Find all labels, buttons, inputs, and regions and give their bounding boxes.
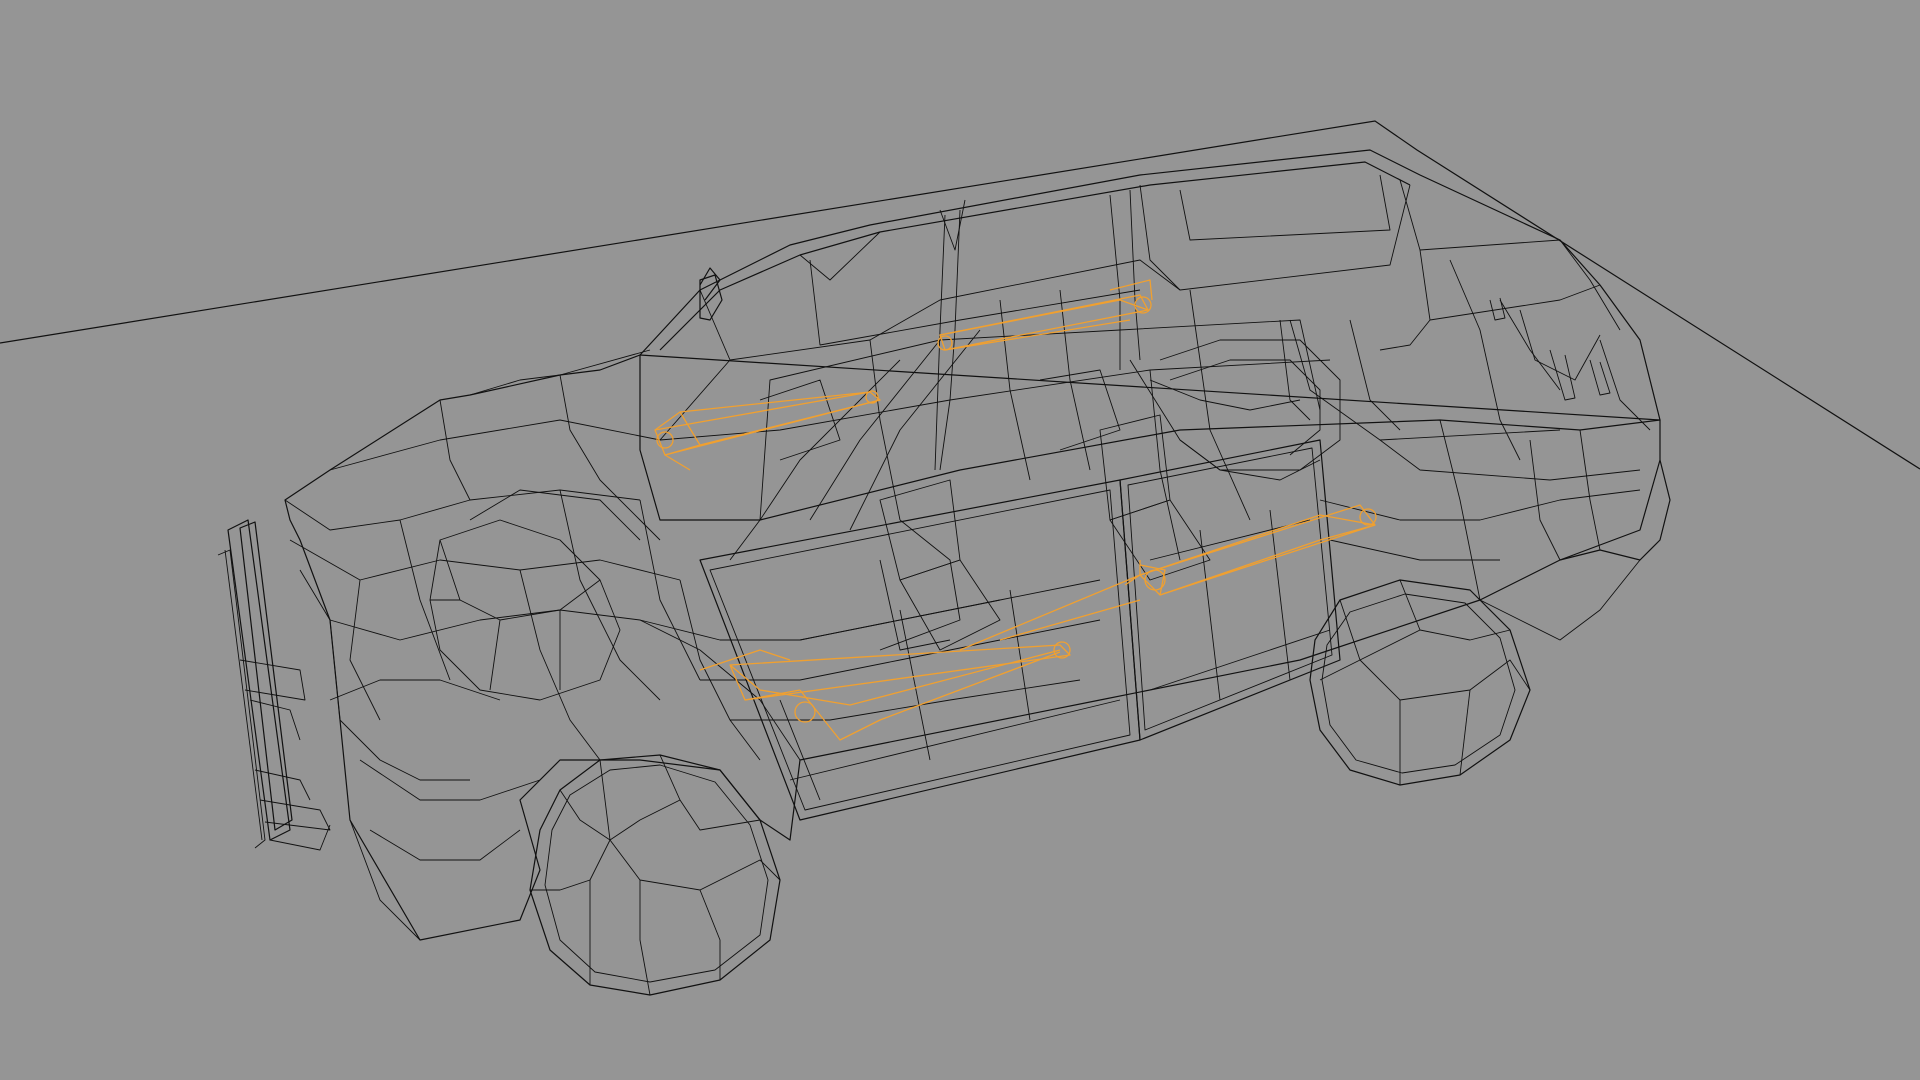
3d-viewport[interactable] (0, 0, 1920, 1080)
front-bumper-mesh (217, 519, 331, 851)
armature-bones[interactable] (654, 279, 1377, 741)
vehicle-wireframe[interactable] (217, 149, 1671, 996)
door-panels (699, 359, 1341, 821)
viewport-canvas[interactable] (0, 0, 1920, 1080)
rear-body-mesh (1319, 419, 1671, 641)
rear-wheel-mesh (1309, 579, 1531, 786)
ground-plane (0, 120, 1920, 470)
roof-mesh (639, 149, 1661, 561)
interior-seats-mesh (759, 339, 1341, 651)
bone-rear-lower[interactable] (959, 504, 1377, 651)
bone-front-upper[interactable] (654, 390, 881, 471)
front-wheel-inner-mesh (429, 489, 641, 701)
front-wheel-mesh (529, 754, 781, 996)
